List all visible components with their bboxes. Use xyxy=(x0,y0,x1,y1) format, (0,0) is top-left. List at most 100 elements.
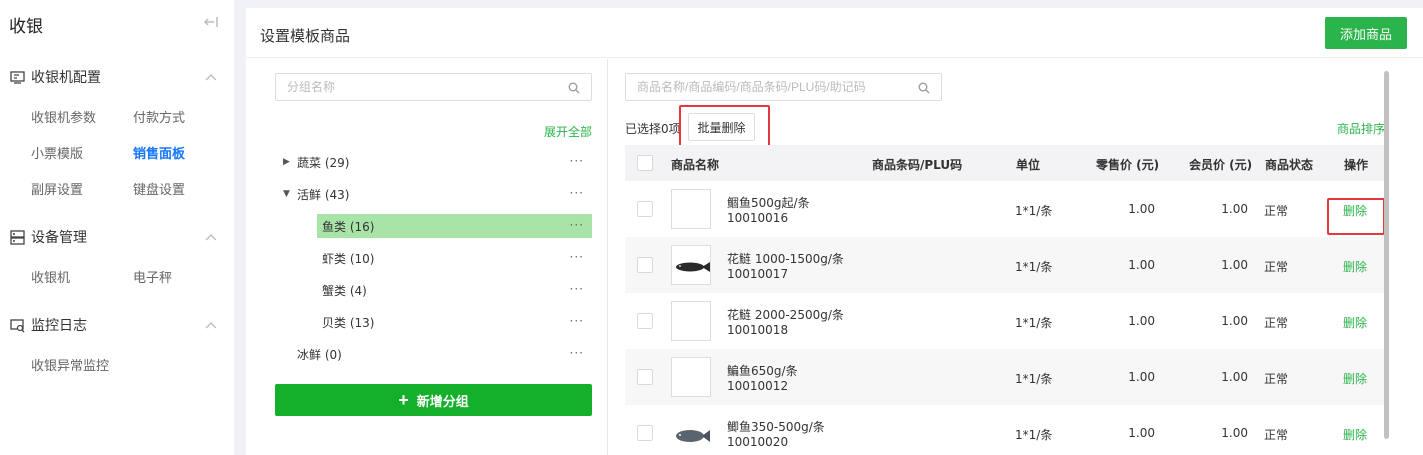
fish-icon xyxy=(676,262,710,272)
product-name: 鲴鱼500g起/条 xyxy=(727,196,810,210)
caret-down-icon[interactable]: ▼ xyxy=(283,189,297,199)
delete-link[interactable]: 删除 xyxy=(1343,370,1367,387)
tree-node-fish[interactable]: 鱼类 (16) ··· xyxy=(317,214,592,238)
product-thumbnail xyxy=(671,301,711,341)
product-unit: 1*1/条 xyxy=(1015,428,1053,442)
search-icon[interactable] xyxy=(918,82,930,94)
caret-right-icon[interactable]: ▶ xyxy=(283,157,297,167)
sidebar-item-payment[interactable]: 付款方式 xyxy=(133,107,185,126)
tree-node-label: 活鲜 (43) xyxy=(297,187,350,202)
retail-price: 1.00 xyxy=(1128,258,1155,272)
table-row: 花鲢 2000-2500g/条 10010018 1*1/条 1.00 1.00… xyxy=(625,293,1386,349)
product-status: 正常 xyxy=(1264,204,1289,218)
chevron-up-icon[interactable] xyxy=(205,233,217,241)
more-options-icon[interactable]: ··· xyxy=(570,154,584,168)
more-options-icon[interactable]: ··· xyxy=(570,186,584,200)
delete-link[interactable]: 删除 xyxy=(1343,258,1367,275)
tree-node-label: 鱼类 (16) xyxy=(322,219,375,234)
more-options-icon[interactable]: ··· xyxy=(570,282,584,296)
sidebar-item-pos-machine[interactable]: 收银机 xyxy=(31,267,70,286)
search-icon[interactable] xyxy=(568,82,580,94)
sidebar-group-pos-config[interactable]: 收银机配置 xyxy=(10,67,101,87)
column-header: 商品条码/PLU码 xyxy=(872,158,963,172)
chevron-up-icon[interactable] xyxy=(205,321,217,329)
more-options-icon[interactable]: ··· xyxy=(570,346,584,360)
row-checkbox[interactable] xyxy=(637,201,653,217)
expand-all-link[interactable]: 展开全部 xyxy=(544,123,592,140)
product-name: 花鲢 2000-2500g/条 xyxy=(727,308,844,322)
sidebar-item-receipt-template[interactable]: 小票模版 xyxy=(31,143,83,162)
tree-node-label: 蟹类 (4) xyxy=(322,283,367,298)
tree-node-chilled[interactable]: 冰鲜 (0) ··· xyxy=(275,342,592,366)
sidebar-item-pos-params[interactable]: 收银机参数 xyxy=(31,107,96,126)
product-code: 10010012 xyxy=(727,379,789,393)
column-header: 单位 xyxy=(1016,158,1041,172)
group-panel: 展开全部 ▶ 蔬菜 (29) ··· ▼ 活鲜 (43) ··· 鱼类 (16)… xyxy=(246,59,608,455)
sidebar-item-keyboard[interactable]: 键盘设置 xyxy=(133,179,185,198)
product-unit: 1*1/条 xyxy=(1015,316,1053,330)
product-code: 10010018 xyxy=(727,323,789,337)
more-options-icon[interactable]: ··· xyxy=(570,314,584,328)
group-search xyxy=(275,73,592,101)
member-price: 1.00 xyxy=(1221,314,1248,328)
product-code: 10010020 xyxy=(727,435,789,449)
product-unit: 1*1/条 xyxy=(1015,260,1053,274)
sidebar-group-monitor[interactable]: 监控日志 xyxy=(10,315,87,335)
add-product-button[interactable]: 添加商品 xyxy=(1325,17,1407,49)
retail-price: 1.00 xyxy=(1128,426,1155,440)
tree-node-label: 贝类 (13) xyxy=(322,315,375,330)
member-price: 1.00 xyxy=(1221,202,1248,216)
chevron-up-icon[interactable] xyxy=(205,73,217,81)
retail-price: 1.00 xyxy=(1128,314,1155,328)
sidebar-item-sales-panel[interactable]: 销售面板 xyxy=(133,143,185,162)
product-unit: 1*1/条 xyxy=(1015,372,1053,386)
row-checkbox[interactable] xyxy=(637,425,653,441)
new-group-button[interactable]: + 新增分组 xyxy=(275,384,592,416)
tree-node-label: 蔬菜 (29) xyxy=(297,155,350,170)
page-header: 设置模板商品 添加商品 xyxy=(246,8,1423,58)
row-checkbox[interactable] xyxy=(637,313,653,329)
plus-icon: + xyxy=(398,389,409,410)
product-search xyxy=(625,73,942,101)
select-all-checkbox[interactable] xyxy=(637,155,653,171)
product-status: 正常 xyxy=(1264,428,1289,442)
product-name: 鲫鱼350-500g/条 xyxy=(727,420,825,434)
member-price: 1.00 xyxy=(1221,370,1248,384)
tree-node-shrimp[interactable]: 虾类 (10) ··· xyxy=(317,246,592,270)
more-options-icon[interactable]: ··· xyxy=(570,250,584,264)
more-options-icon[interactable]: ··· xyxy=(570,218,584,232)
group-search-input[interactable] xyxy=(276,74,591,100)
page-title: 设置模板商品 xyxy=(260,27,351,45)
tree-node-shellfish[interactable]: 贝类 (13) ··· xyxy=(317,310,592,334)
tree-node-vegetables[interactable]: ▶ 蔬菜 (29) ··· xyxy=(275,150,592,174)
sidebar: 收银 收银机配置 收银机参数 付款方式 小票模版 销售面板 副屏设置 键盘设置 … xyxy=(0,0,234,455)
column-header: 商品名称 xyxy=(671,158,720,172)
collapse-left-icon[interactable] xyxy=(203,14,219,30)
device-icon xyxy=(10,229,25,245)
delete-link[interactable]: 删除 xyxy=(1343,314,1367,331)
sidebar-item-exception-monitor[interactable]: 收银异常监控 xyxy=(31,355,109,374)
fish-icon xyxy=(676,430,710,442)
tree-node-live-seafood[interactable]: ▼ 活鲜 (43) ··· xyxy=(275,182,592,206)
sidebar-title: 收银 xyxy=(9,17,43,37)
product-search-input[interactable] xyxy=(626,74,941,100)
sidebar-item-secondary-screen[interactable]: 副屏设置 xyxy=(31,179,83,198)
column-header: 商品状态 xyxy=(1265,158,1314,172)
delete-link[interactable]: 删除 xyxy=(1343,202,1367,219)
batch-delete-button[interactable]: 批量删除 xyxy=(688,113,755,141)
row-checkbox[interactable] xyxy=(637,257,653,273)
tree-node-crab[interactable]: 蟹类 (4) ··· xyxy=(317,278,592,302)
sidebar-group-devices[interactable]: 设备管理 xyxy=(10,227,87,247)
product-thumbnail xyxy=(671,189,711,229)
tree-node-label: 冰鲜 (0) xyxy=(297,347,342,362)
scrollbar[interactable] xyxy=(1384,71,1389,439)
product-status: 正常 xyxy=(1264,316,1289,330)
delete-link[interactable]: 删除 xyxy=(1343,426,1367,443)
row-checkbox[interactable] xyxy=(637,369,653,385)
sidebar-group-label: 设备管理 xyxy=(31,230,87,246)
product-code: 10010016 xyxy=(727,211,789,225)
product-sort-link[interactable]: 商品排序 xyxy=(1337,120,1385,137)
product-name: 鳊鱼650g/条 xyxy=(727,364,798,378)
product-unit: 1*1/条 xyxy=(1015,204,1053,218)
sidebar-item-scale[interactable]: 电子秤 xyxy=(133,267,172,286)
